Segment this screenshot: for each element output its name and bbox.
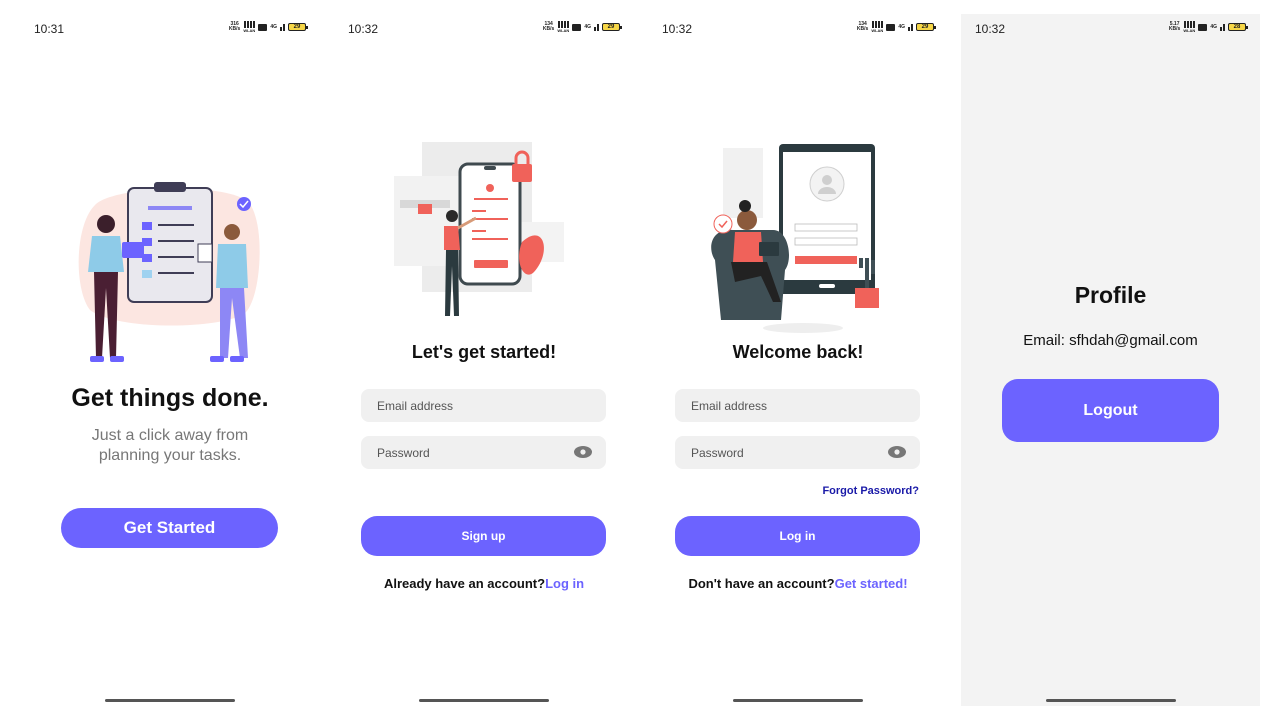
battery-icon: 29	[602, 23, 622, 31]
wifi-icon: WLAN	[871, 21, 883, 33]
logout-button[interactable]: Logout	[1002, 379, 1219, 442]
signup-prompt: Don't have an account?Get started!	[688, 576, 908, 591]
email-label: Email:	[1023, 332, 1065, 349]
status-bar: 10:31 316 KB/s WLAN 4G 29	[20, 14, 320, 42]
eye-icon[interactable]	[574, 446, 592, 458]
network-type: 4G	[1210, 23, 1217, 30]
home-indicator	[419, 699, 549, 702]
mobile-signup-illustration	[394, 142, 564, 316]
email-field[interactable]: Email address	[361, 389, 606, 422]
status-time: 10:32	[975, 22, 1006, 36]
sim-icon	[886, 23, 896, 31]
screens-row: 10:31 316 KB/s WLAN 4G 29 Get things don…	[0, 0, 1280, 720]
signal-icon	[908, 23, 913, 31]
status-bar: 10:32 5.17 KB/s WLAN 4G 28	[961, 14, 1260, 42]
get-started-button[interactable]: Get Started	[61, 508, 278, 548]
email-value: sfhdah@gmail.com	[1069, 332, 1198, 349]
network-speed: 134 KB/s	[542, 21, 555, 32]
signup-screen: 10:32 134 KB/s WLAN 4G 29 Let's get star…	[334, 14, 634, 706]
sign-up-button[interactable]: Sign up	[361, 516, 606, 556]
status-time: 10:31	[34, 22, 65, 36]
page-title: Welcome back!	[732, 342, 864, 362]
get-started-link[interactable]: Get started!	[835, 576, 908, 591]
sim-icon	[1198, 23, 1208, 31]
email-field[interactable]: Email address	[675, 389, 920, 422]
profile-screen: 10:32 5.17 KB/s WLAN 4G 28 Profile Email:…	[961, 14, 1260, 706]
battery-icon: 29	[288, 23, 308, 31]
page-title: Get things done.	[71, 384, 269, 412]
network-type: 4G	[270, 23, 277, 30]
battery-icon: 29	[916, 23, 936, 31]
page-title: Profile	[1074, 282, 1147, 308]
wifi-icon: WLAN	[1183, 21, 1195, 33]
page-subtitle: Just a click away from planning your tas…	[91, 427, 249, 464]
signal-icon	[1220, 23, 1225, 31]
log-in-button[interactable]: Log in	[675, 516, 920, 556]
status-time: 10:32	[662, 22, 693, 36]
status-icons: 316 KB/s WLAN 4G 29	[228, 21, 308, 33]
status-bar: 10:32 134 KB/s WLAN 4G 29	[334, 14, 634, 42]
status-icons: 134 KB/s WLAN 4G 29	[856, 21, 936, 33]
task-checklist-illustration	[78, 182, 260, 362]
sim-icon	[258, 23, 268, 31]
status-icons: 5.17 KB/s WLAN 4G 28	[1168, 21, 1248, 33]
login-screen: 10:32 134 KB/s WLAN 4G 29 Welcome back! …	[648, 14, 948, 706]
page-title: Let's get started!	[411, 342, 557, 362]
network-type: 4G	[898, 23, 905, 30]
status-bar: 10:32 134 KB/s WLAN 4G 29	[648, 14, 948, 42]
network-type: 4G	[584, 23, 591, 30]
tablet-login-illustration	[711, 144, 879, 333]
login-link[interactable]: Log in	[545, 576, 584, 591]
wifi-icon: WLAN	[557, 21, 569, 33]
status-time: 10:32	[348, 22, 379, 36]
home-indicator	[1045, 699, 1176, 702]
battery-icon: 28	[1228, 23, 1248, 31]
network-speed: 5.17 KB/s	[1168, 21, 1181, 32]
login-prompt: Already have an account?Log in	[383, 576, 585, 591]
onboarding-screen: 10:31 316 KB/s WLAN 4G 29 Get things don…	[20, 14, 320, 706]
network-speed: 134 KB/s	[856, 21, 869, 32]
signal-icon	[594, 23, 599, 31]
wifi-icon: WLAN	[243, 21, 255, 33]
profile-email: Email: sfhdah@gmail.com	[961, 332, 1260, 349]
home-indicator	[105, 699, 235, 702]
home-indicator	[733, 699, 863, 702]
password-field[interactable]: Password	[361, 436, 606, 469]
sim-icon	[572, 23, 582, 31]
status-icons: 134 KB/s WLAN 4G 29	[542, 21, 622, 33]
forgot-password-link[interactable]: Forgot Password?	[822, 485, 919, 497]
network-speed: 316 KB/s	[228, 21, 241, 32]
signal-icon	[280, 23, 285, 31]
eye-icon[interactable]	[888, 446, 906, 458]
password-field[interactable]: Password	[675, 436, 920, 469]
